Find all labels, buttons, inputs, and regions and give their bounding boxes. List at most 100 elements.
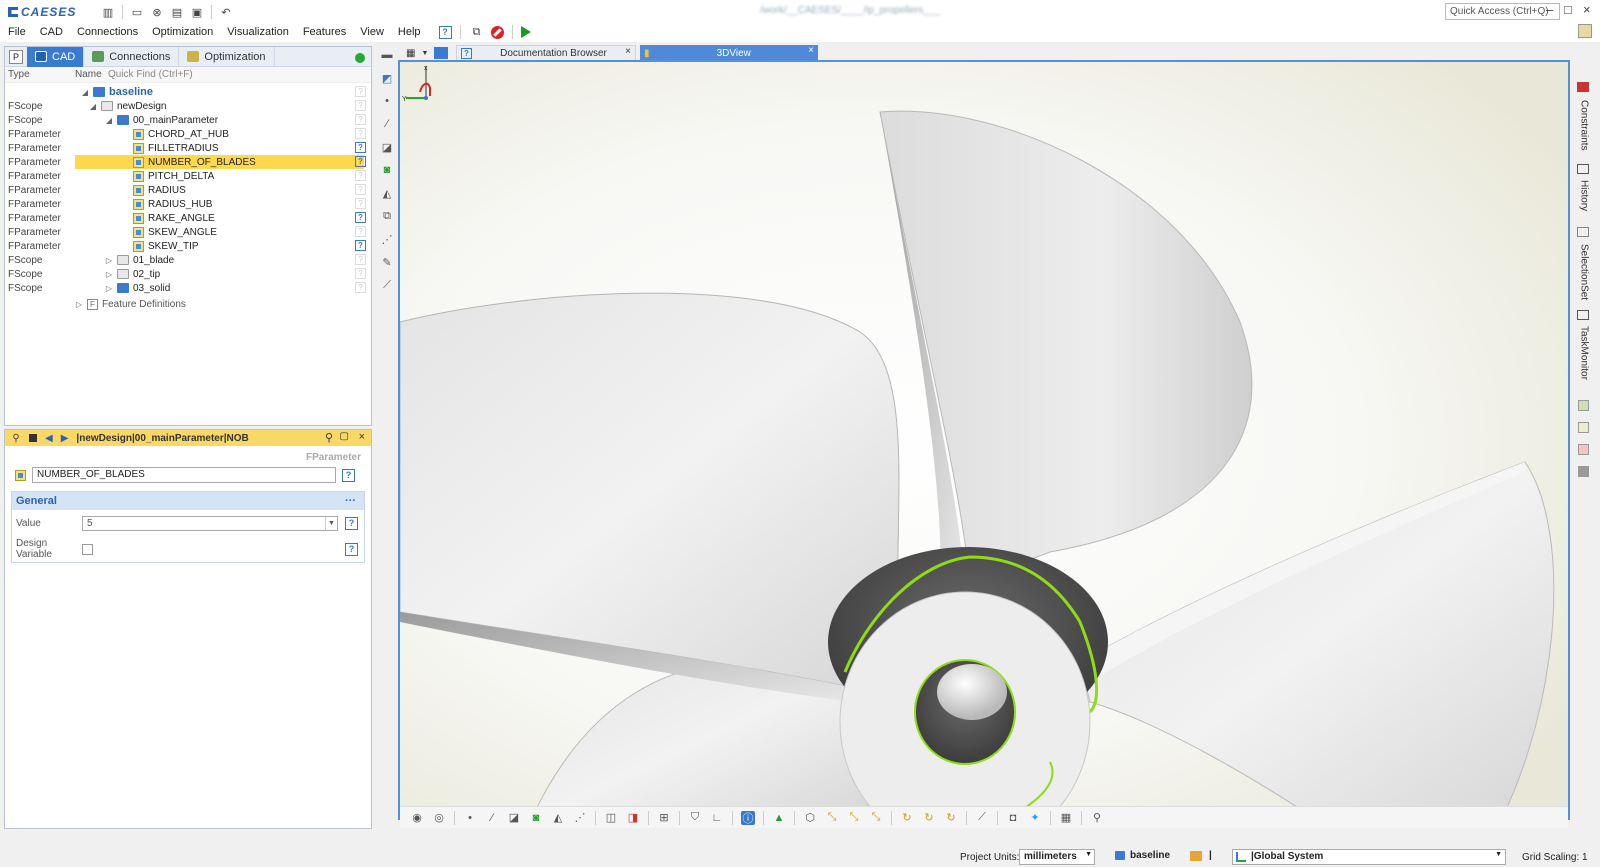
tree-row[interactable]: FScope ▷ 02_tip?	[5, 267, 371, 281]
view-y-icon[interactable]: ⤡	[847, 811, 861, 825]
help-icon[interactable]: ?	[342, 468, 355, 482]
swatch-pink-icon[interactable]	[1578, 444, 1589, 455]
tab-selection-set[interactable]: SelectionSet	[1576, 244, 1592, 300]
tree-row[interactable]: FParameter CHORD_AT_HUB?	[5, 127, 371, 141]
tree-row[interactable]: FScope ▷ 03_solid?	[5, 281, 371, 295]
info-icon[interactable]: ⓘ	[741, 810, 755, 825]
shield-icon[interactable]: ⛉	[688, 811, 702, 825]
dropdown-arrow-icon[interactable]: ▼	[325, 516, 337, 530]
menu-connections[interactable]: Connections	[77, 26, 138, 38]
minimize-button[interactable]: –	[1546, 2, 1553, 17]
surface-icon[interactable]: ◪	[507, 811, 521, 825]
help-icon[interactable]: ?	[355, 142, 366, 153]
undo-icon[interactable]: ↶	[218, 4, 234, 20]
project-units-select[interactable]: millimeters ▼	[1019, 849, 1095, 865]
perspective-icon[interactable]: ⟋	[975, 811, 989, 825]
fit-view-icon[interactable]: ◉	[410, 811, 424, 825]
delete-view-icon[interactable]: ◨	[626, 811, 640, 825]
tree-row[interactable]: FScope ▷ 01_blade?	[5, 253, 371, 267]
help-icon[interactable]: ?	[438, 25, 452, 39]
rotate-z-icon[interactable]: ↻	[944, 811, 958, 825]
expand-icon[interactable]: ▷	[75, 300, 83, 309]
back-icon[interactable]: ◀	[45, 433, 53, 444]
grid-icon[interactable]: ⊞	[657, 811, 671, 825]
help-icon[interactable]: ?	[355, 156, 366, 167]
more-icon[interactable]: ···	[345, 495, 356, 507]
help-icon[interactable]: ?	[355, 212, 366, 223]
mesh-icon[interactable]: ◭	[551, 811, 565, 825]
iso-view-icon[interactable]: ⬡	[803, 811, 817, 825]
tree-row[interactable]: FParameter RADIUS_HUB?	[5, 197, 371, 211]
coordinate-system-select[interactable]: |Global System ▼	[1232, 849, 1506, 865]
tab-history[interactable]: History	[1576, 180, 1592, 211]
folder-icon[interactable]	[1190, 851, 1202, 861]
expand-icon[interactable]: ▷	[105, 256, 113, 265]
point-icon[interactable]: •	[380, 94, 394, 108]
tab-3dview[interactable]: ▮ 3DView ×	[640, 45, 818, 61]
menu-help[interactable]: Help	[398, 26, 421, 38]
folder-icon[interactable]: ▬	[380, 48, 394, 62]
help-icon[interactable]: ?	[345, 516, 358, 530]
help-icon[interactable]: ?	[355, 268, 366, 279]
tree-row[interactable]: FParameter NUMBER_OF_BLADES?	[5, 155, 371, 169]
column-type[interactable]: Type	[5, 69, 75, 80]
swatch-green-icon[interactable]	[1578, 400, 1589, 411]
solid-icon[interactable]: ◙	[529, 811, 543, 825]
surface-icon[interactable]: ◪	[380, 140, 394, 154]
3d-viewport[interactable]: x Y	[398, 60, 1570, 820]
maximize-button[interactable]: □	[1564, 2, 1572, 17]
collapse-icon[interactable]: ◢	[81, 88, 89, 97]
menu-features[interactable]: Features	[303, 26, 346, 38]
edit-icon[interactable]: ✎	[380, 255, 394, 269]
expand-icon[interactable]: ▷	[105, 270, 113, 279]
rotate-y-icon[interactable]: ↻	[922, 811, 936, 825]
tree-row[interactable]: FParameter RAKE_ANGLE?	[5, 211, 371, 225]
clip-icon[interactable]: ◫	[604, 811, 618, 825]
tree-row[interactable]: FParameter RADIUS?	[5, 183, 371, 197]
column-name[interactable]: Name	[75, 69, 108, 80]
close-tab-icon[interactable]: ×	[808, 45, 814, 56]
collapse-icon[interactable]: ◢	[105, 116, 113, 125]
camera-icon[interactable]: ◘	[1006, 811, 1020, 825]
collapse-icon[interactable]: ◢	[89, 102, 97, 111]
tab-documentation-browser[interactable]: ? Documentation Browser ×	[456, 45, 636, 61]
search-icon[interactable]: ⚲	[325, 431, 333, 444]
close-project-icon[interactable]: ⊗	[149, 4, 165, 20]
expand-icon[interactable]: ▷	[105, 284, 113, 293]
help-icon[interactable]: ?	[355, 184, 366, 195]
copy-icon[interactable]: ⧉	[469, 24, 485, 40]
tab-constraints[interactable]: Constraints	[1576, 100, 1592, 151]
layout-icon[interactable]: ▥	[100, 4, 116, 20]
design-variable-checkbox[interactable]	[82, 543, 93, 555]
twitter-icon[interactable]: ✦	[1028, 811, 1042, 825]
tab-cad[interactable]: CAD	[27, 46, 85, 67]
save-as-icon[interactable]: ▣	[189, 4, 205, 20]
general-section-header[interactable]: General ···	[12, 492, 364, 510]
help-icon[interactable]: ?	[355, 254, 366, 265]
baseline-indicator[interactable]: baseline	[1115, 850, 1170, 861]
coordinate-icon[interactable]: ∟	[710, 811, 724, 825]
forward-icon[interactable]: ▶	[61, 433, 69, 444]
value-field[interactable]: 5 ▼	[82, 515, 338, 531]
tree-row[interactable]: FParameter FILLETRADIUS?	[5, 141, 371, 155]
import-icon[interactable]: ◩	[380, 71, 394, 85]
view-icon[interactable]	[434, 47, 448, 59]
tree-root-row[interactable]: ◢ baseline ?	[5, 85, 371, 99]
menu-visualization[interactable]: Visualization	[227, 26, 289, 38]
menu-cad[interactable]: CAD	[40, 26, 63, 38]
curve-icon[interactable]: ∕	[380, 117, 394, 131]
grid-toggle-icon[interactable]: ▦	[1059, 811, 1073, 825]
offset-icon[interactable]: ⧉	[380, 209, 394, 223]
close-tab-icon[interactable]: ×	[625, 46, 631, 57]
menu-view[interactable]: View	[360, 26, 384, 38]
tree-row[interactable]: FScope ◢ newDesign?	[5, 99, 371, 113]
save-icon[interactable]: ▤	[169, 4, 185, 20]
help-icon[interactable]: ?	[355, 240, 366, 251]
help-icon[interactable]: ?	[355, 170, 366, 181]
dropdown-arrow-icon[interactable]: ▼	[1495, 851, 1502, 858]
menu-file[interactable]: File	[8, 26, 26, 38]
tab-optimization[interactable]: Optimization	[179, 46, 275, 67]
view-z-icon[interactable]: ⤡	[869, 811, 883, 825]
dropdown-arrow-icon[interactable]: ▼	[421, 50, 428, 57]
menu-optimization[interactable]: Optimization	[152, 26, 213, 38]
